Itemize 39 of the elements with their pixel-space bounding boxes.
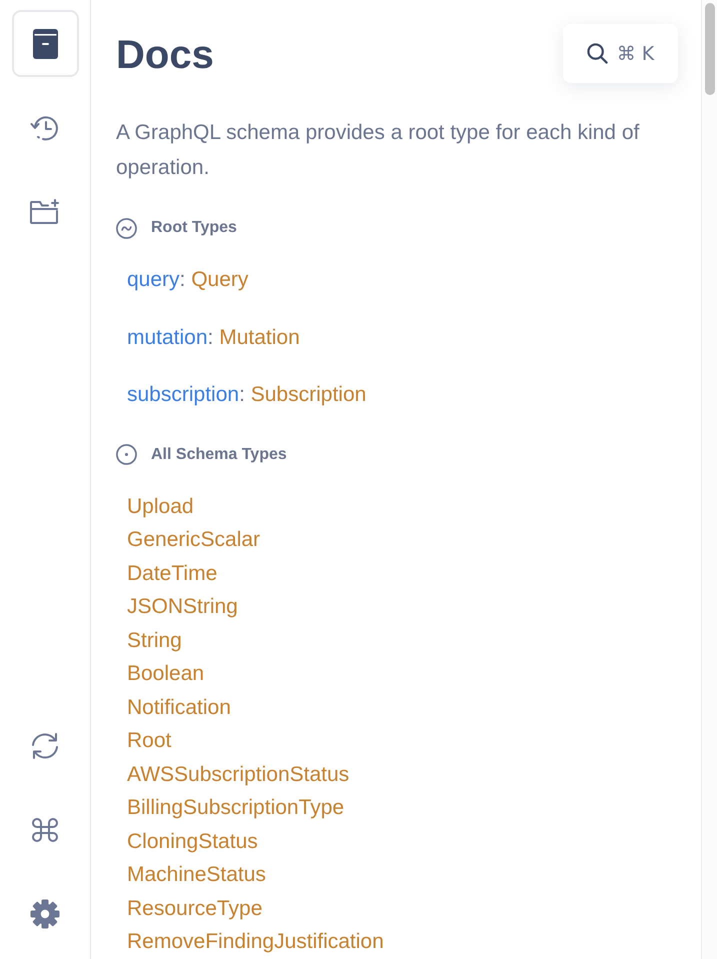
field-separator: : [239, 383, 245, 406]
type-link[interactable]: CloningStatus [127, 830, 258, 852]
type-link[interactable]: Subscription [250, 383, 366, 406]
type-link[interactable]: Query [191, 268, 248, 291]
type-link[interactable]: BillingSubscriptionType [127, 796, 344, 819]
type-link[interactable]: String [127, 628, 182, 652]
description-text: A GraphQL schema provides a root type for each kind of operation. [116, 120, 640, 181]
folder-plus-icon [30, 199, 60, 224]
type-link[interactable]: ResourceType [127, 896, 262, 920]
field-name-link[interactable]: query [127, 268, 180, 291]
scrollbar-thumb[interactable] [704, 3, 714, 95]
command-icon [31, 816, 59, 844]
type-link[interactable]: Mutation [219, 326, 300, 348]
field-name-link[interactable]: subscription [127, 383, 240, 406]
book-icon [32, 28, 58, 58]
tilde-circle-icon [116, 218, 137, 238]
history-icon [30, 114, 60, 142]
type-link[interactable]: Boolean [127, 662, 204, 685]
page-title: Docs [116, 32, 214, 79]
type-link[interactable]: RemoveFindingJustification [127, 930, 384, 953]
search-icon [586, 43, 608, 64]
section-heading: All Schema Types [151, 446, 287, 464]
type-link[interactable]: AWSSubscriptionStatus [127, 762, 350, 786]
refresh-icon [30, 732, 60, 760]
field-separator: : [180, 268, 186, 291]
dot-circle-icon [116, 444, 137, 465]
field-separator: : [208, 326, 214, 348]
type-link[interactable]: GenericScalar [127, 528, 260, 551]
type-link[interactable]: Notification [127, 696, 231, 718]
settings-icon [30, 898, 60, 928]
type-link[interactable]: Upload [127, 494, 194, 518]
type-link[interactable]: Root [127, 729, 172, 752]
type-link[interactable]: JSONString [127, 595, 238, 618]
docs-button[interactable] [12, 10, 78, 77]
type-link[interactable]: DateTime [127, 562, 218, 584]
section-heading: Root Types [151, 219, 237, 237]
search-button[interactable]: ⌘ K [563, 24, 678, 83]
type-link[interactable]: MachineStatus [127, 863, 266, 886]
field-name-link[interactable]: mutation [127, 326, 208, 348]
